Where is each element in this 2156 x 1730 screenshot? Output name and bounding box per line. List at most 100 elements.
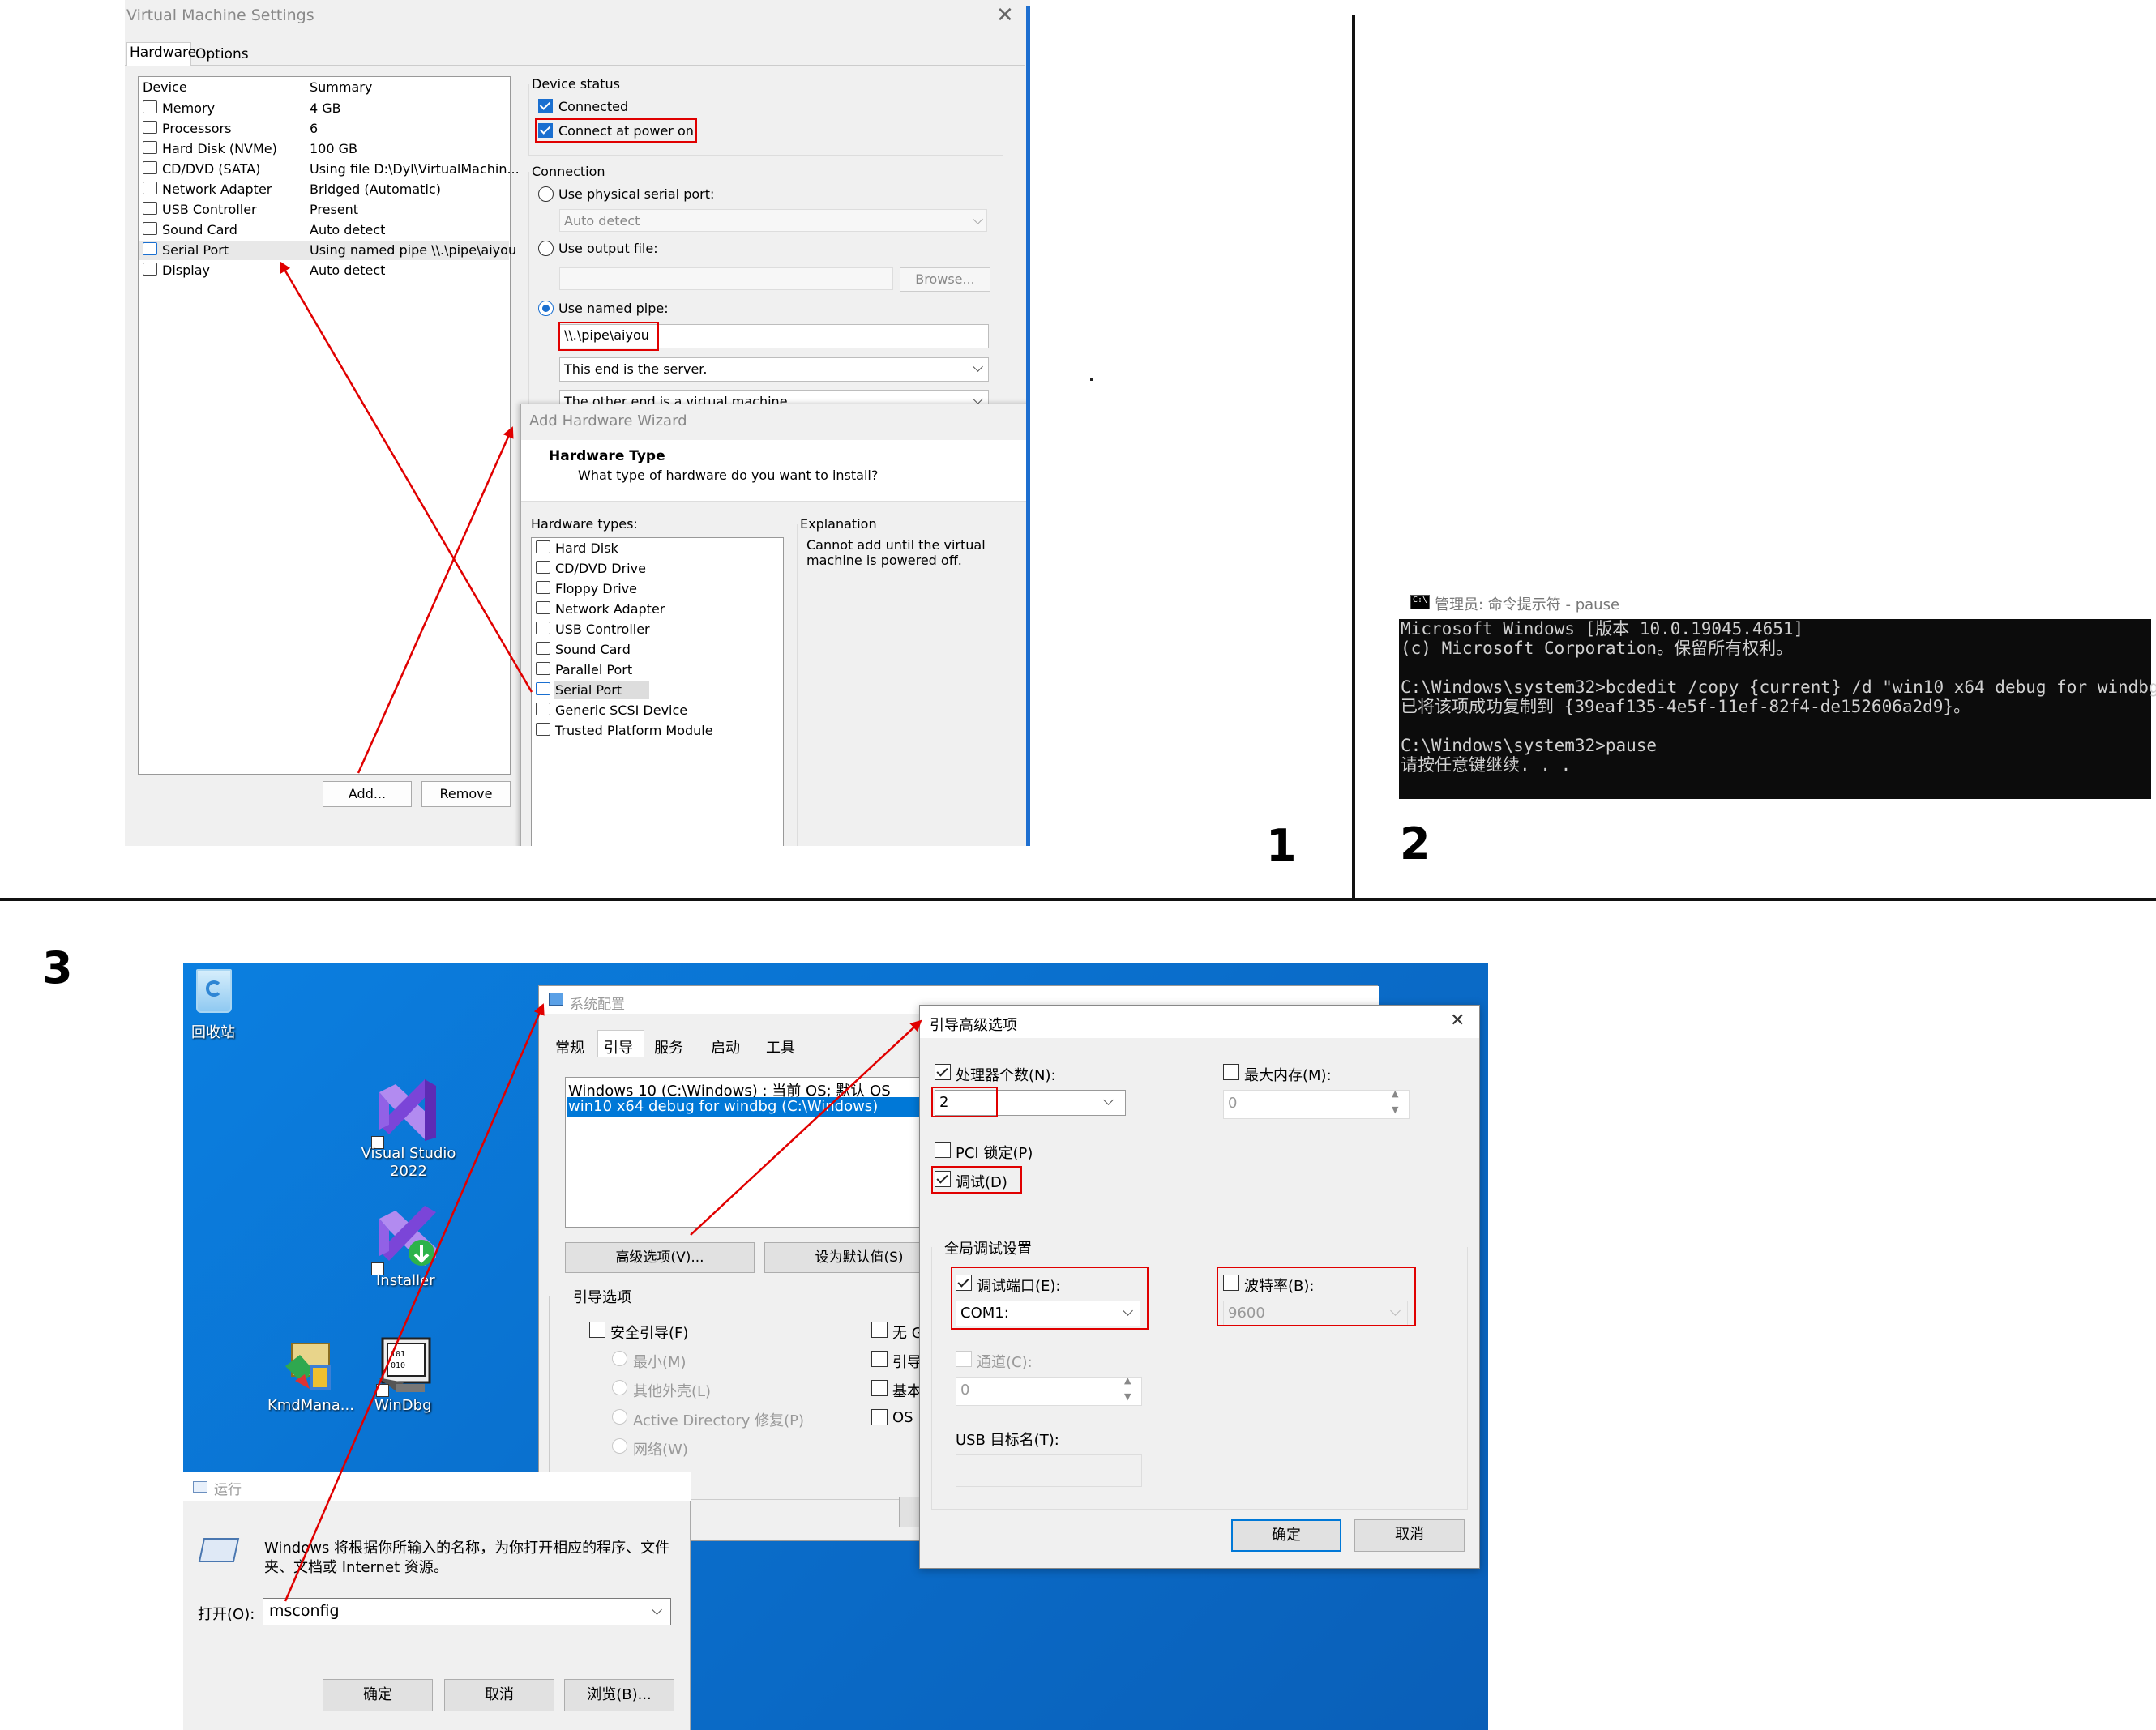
cmd-line: 已将该项成功复制到 {39eaf135-4e5f-11ef-82f4-de152… — [1401, 697, 1971, 716]
run-input-value: msconfig — [269, 1602, 340, 1620]
shortcut-arrow-icon — [376, 1384, 389, 1397]
device-row-name[interactable]: Network Adapter — [162, 182, 272, 197]
msconfig-tab-label: 工具 — [766, 1040, 795, 1057]
use-named-pipe-radio[interactable] — [538, 301, 554, 316]
num-processors-checkbox[interactable] — [935, 1064, 951, 1080]
pci-lock-checkbox[interactable] — [935, 1142, 951, 1158]
device-row-summary: Present — [310, 202, 359, 217]
hardware-type-item[interactable]: Trusted Platform Module — [555, 723, 713, 738]
advanced-ok-button[interactable]: 确定 — [1231, 1519, 1341, 1552]
run-description-1: Windows 将根据你所输入的名称，为你打开相应的程序、文件 — [264, 1540, 670, 1557]
safe-boot-checkbox[interactable] — [589, 1322, 605, 1338]
run-browse-button[interactable]: 浏览(B)... — [564, 1679, 674, 1711]
advanced-options-dialog: 引导高级选项 ✕ 处理器个数(N): 2 最大内存(M): 0 ▲ ▼ PCI … — [919, 1005, 1480, 1569]
num-processors-label: 处理器个数(N): — [956, 1067, 1056, 1084]
boot-option-label: 基本 — [892, 1383, 922, 1400]
device-row-name[interactable]: Processors — [162, 121, 231, 136]
spinner-down-icon[interactable]: ▼ — [1124, 1391, 1131, 1402]
device-row-summary: Bridged (Automatic) — [310, 182, 441, 197]
device-row-name[interactable]: Memory — [162, 100, 215, 116]
hardware-type-item[interactable]: Sound Card — [555, 642, 631, 657]
msconfig-tab-label: 启动 — [711, 1040, 740, 1057]
device-row-name[interactable]: Serial Port — [162, 242, 229, 258]
network-radio[interactable] — [612, 1438, 627, 1454]
boot-option-checkbox[interactable] — [871, 1351, 888, 1367]
spinner-down-icon[interactable]: ▼ — [1392, 1104, 1398, 1115]
usb-icon — [143, 202, 157, 215]
run-title: 运行 — [214, 1482, 242, 1498]
run-ok-button[interactable]: 确定 — [323, 1679, 433, 1711]
device-row-name[interactable]: Hard Disk (NVMe) — [162, 141, 277, 156]
device-row-summary: 4 GB — [310, 100, 341, 116]
spinner-up-icon[interactable]: ▲ — [1392, 1088, 1398, 1099]
hardware-type-icon — [536, 662, 550, 675]
close-icon[interactable]: ✕ — [996, 3, 1014, 28]
boot-option-label: OS — [892, 1409, 913, 1426]
boot-option-checkbox[interactable] — [871, 1380, 888, 1396]
hardware-type-item[interactable]: CD/DVD Drive — [555, 561, 646, 576]
cmd-line — [1401, 658, 2148, 677]
usb-target-input[interactable] — [956, 1454, 1142, 1487]
connected-checkbox[interactable] — [538, 99, 553, 113]
hardware-type-item[interactable]: Floppy Drive — [555, 581, 637, 596]
panel-label-1: 1 — [1266, 820, 1297, 871]
tab-bar-line — [125, 65, 1025, 66]
highlight-processors — [931, 1087, 998, 1117]
max-memory-label: 最大内存(M): — [1244, 1067, 1332, 1084]
device-row-name[interactable]: USB Controller — [162, 202, 257, 217]
close-icon[interactable]: ✕ — [1450, 1010, 1465, 1031]
output-file-input[interactable] — [559, 267, 893, 290]
hardware-type-item[interactable]: Serial Port — [555, 682, 622, 698]
cmd-line — [1401, 716, 2148, 736]
vm-settings-window: Virtual Machine Settings ✕ Hardware Opti… — [125, 0, 1030, 846]
highlight-debug — [931, 1166, 1022, 1194]
ad-repair-radio[interactable] — [612, 1409, 627, 1425]
add-button[interactable]: Add... — [323, 781, 412, 807]
cmd-window: C:\ 管理员: 命令提示符 - pause Microsoft Windows… — [1399, 587, 2156, 799]
cmd-line: C:\Windows\system32>pause — [1401, 736, 1658, 755]
summary-col-header: Summary — [310, 79, 373, 95]
kmdmanager-icon[interactable] — [280, 1337, 339, 1395]
tab-options[interactable]: Options — [195, 46, 249, 62]
add-hardware-wizard: Add Hardware Wizard Hardware Type What t… — [520, 404, 1030, 846]
alt-shell-radio[interactable] — [612, 1380, 627, 1395]
browse-button[interactable]: Browse... — [900, 267, 990, 292]
msconfig-tab-label: 服务 — [654, 1040, 683, 1057]
run-title-icon — [193, 1481, 207, 1493]
boot-option-checkbox[interactable] — [871, 1409, 888, 1425]
highlight-debug-port — [951, 1267, 1149, 1330]
msconfig-title: 系统配置 — [570, 997, 625, 1013]
hardware-type-item[interactable]: Parallel Port — [555, 662, 632, 677]
spinner-up-icon[interactable]: ▲ — [1124, 1375, 1131, 1386]
hardware-type-icon — [536, 561, 550, 574]
windbg-label: WinDbg — [374, 1397, 432, 1414]
hardware-type-item[interactable]: Generic SCSI Device — [555, 703, 687, 718]
device-row-name[interactable]: CD/DVD (SATA) — [162, 161, 260, 177]
highlight-connect-at-power-on — [535, 118, 697, 143]
max-memory-input[interactable] — [1223, 1090, 1410, 1119]
device-col-header: Device — [143, 79, 187, 95]
recycle-bin-icon[interactable] — [191, 964, 235, 1013]
run-dialog: 运行 Windows 将根据你所输入的名称，为你打开相应的程序、文件 夹、文档或… — [183, 1472, 691, 1730]
hardware-type-icon — [536, 642, 550, 655]
channel-checkbox[interactable] — [956, 1351, 972, 1367]
advanced-options-button[interactable]: 高级选项(V)... — [565, 1242, 755, 1273]
use-output-file-radio[interactable] — [538, 241, 554, 256]
channel-value: 0 — [960, 1382, 970, 1399]
hardware-type-item[interactable]: Network Adapter — [555, 601, 665, 617]
use-physical-label: Use physical serial port: — [558, 186, 715, 202]
boot-option-checkbox[interactable] — [871, 1322, 888, 1338]
pci-lock-label: PCI 锁定(P) — [956, 1145, 1033, 1162]
hardware-type-item[interactable]: USB Controller — [555, 622, 650, 637]
use-physical-radio[interactable] — [538, 186, 554, 202]
minimal-radio[interactable] — [612, 1351, 627, 1366]
channel-input[interactable] — [956, 1377, 1142, 1406]
device-row-name[interactable]: Sound Card — [162, 222, 237, 237]
hardware-type-item[interactable]: Hard Disk — [555, 540, 618, 556]
advanced-cancel-button[interactable]: 取消 — [1354, 1519, 1465, 1552]
run-cancel-button[interactable]: 取消 — [444, 1679, 554, 1711]
remove-button[interactable]: Remove — [421, 781, 511, 807]
device-row-name[interactable]: Display — [162, 263, 210, 278]
hardware-type-icon — [536, 703, 550, 715]
max-memory-checkbox[interactable] — [1223, 1064, 1239, 1080]
